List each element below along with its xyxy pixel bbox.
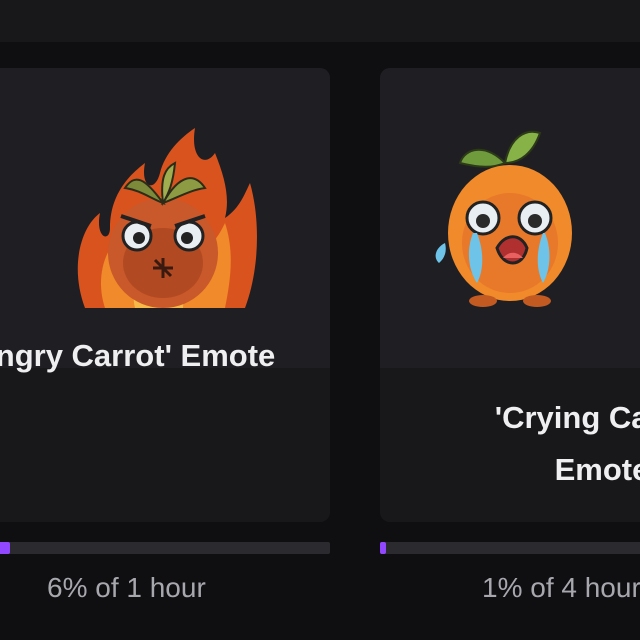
- drop-title: 'Crying Carrot' Emote: [494, 400, 640, 487]
- progress-label: 6% of 1 hour: [47, 572, 206, 603]
- progress-bar-fill: [0, 542, 11, 554]
- top-bar: [0, 0, 640, 42]
- drops-carousel: 'Angry Carrot' Emote: [0, 0, 640, 640]
- progress-bar: [380, 542, 640, 554]
- drop-title: 'Angry Carrot' Emote: [0, 338, 276, 373]
- angry-carrot-emote-icon: [65, 118, 265, 318]
- drop-card-angry-carrot[interactable]: [0, 68, 330, 522]
- progress-label: 1% of 4 hours: [482, 572, 640, 603]
- emote-image-container: [380, 68, 640, 368]
- progress-bar: [0, 542, 330, 554]
- emote-image-container: [0, 68, 330, 368]
- crying-carrot-emote-icon: [425, 123, 595, 313]
- progress-bar-fill: [380, 542, 386, 554]
- drop-card-info: [0, 368, 330, 522]
